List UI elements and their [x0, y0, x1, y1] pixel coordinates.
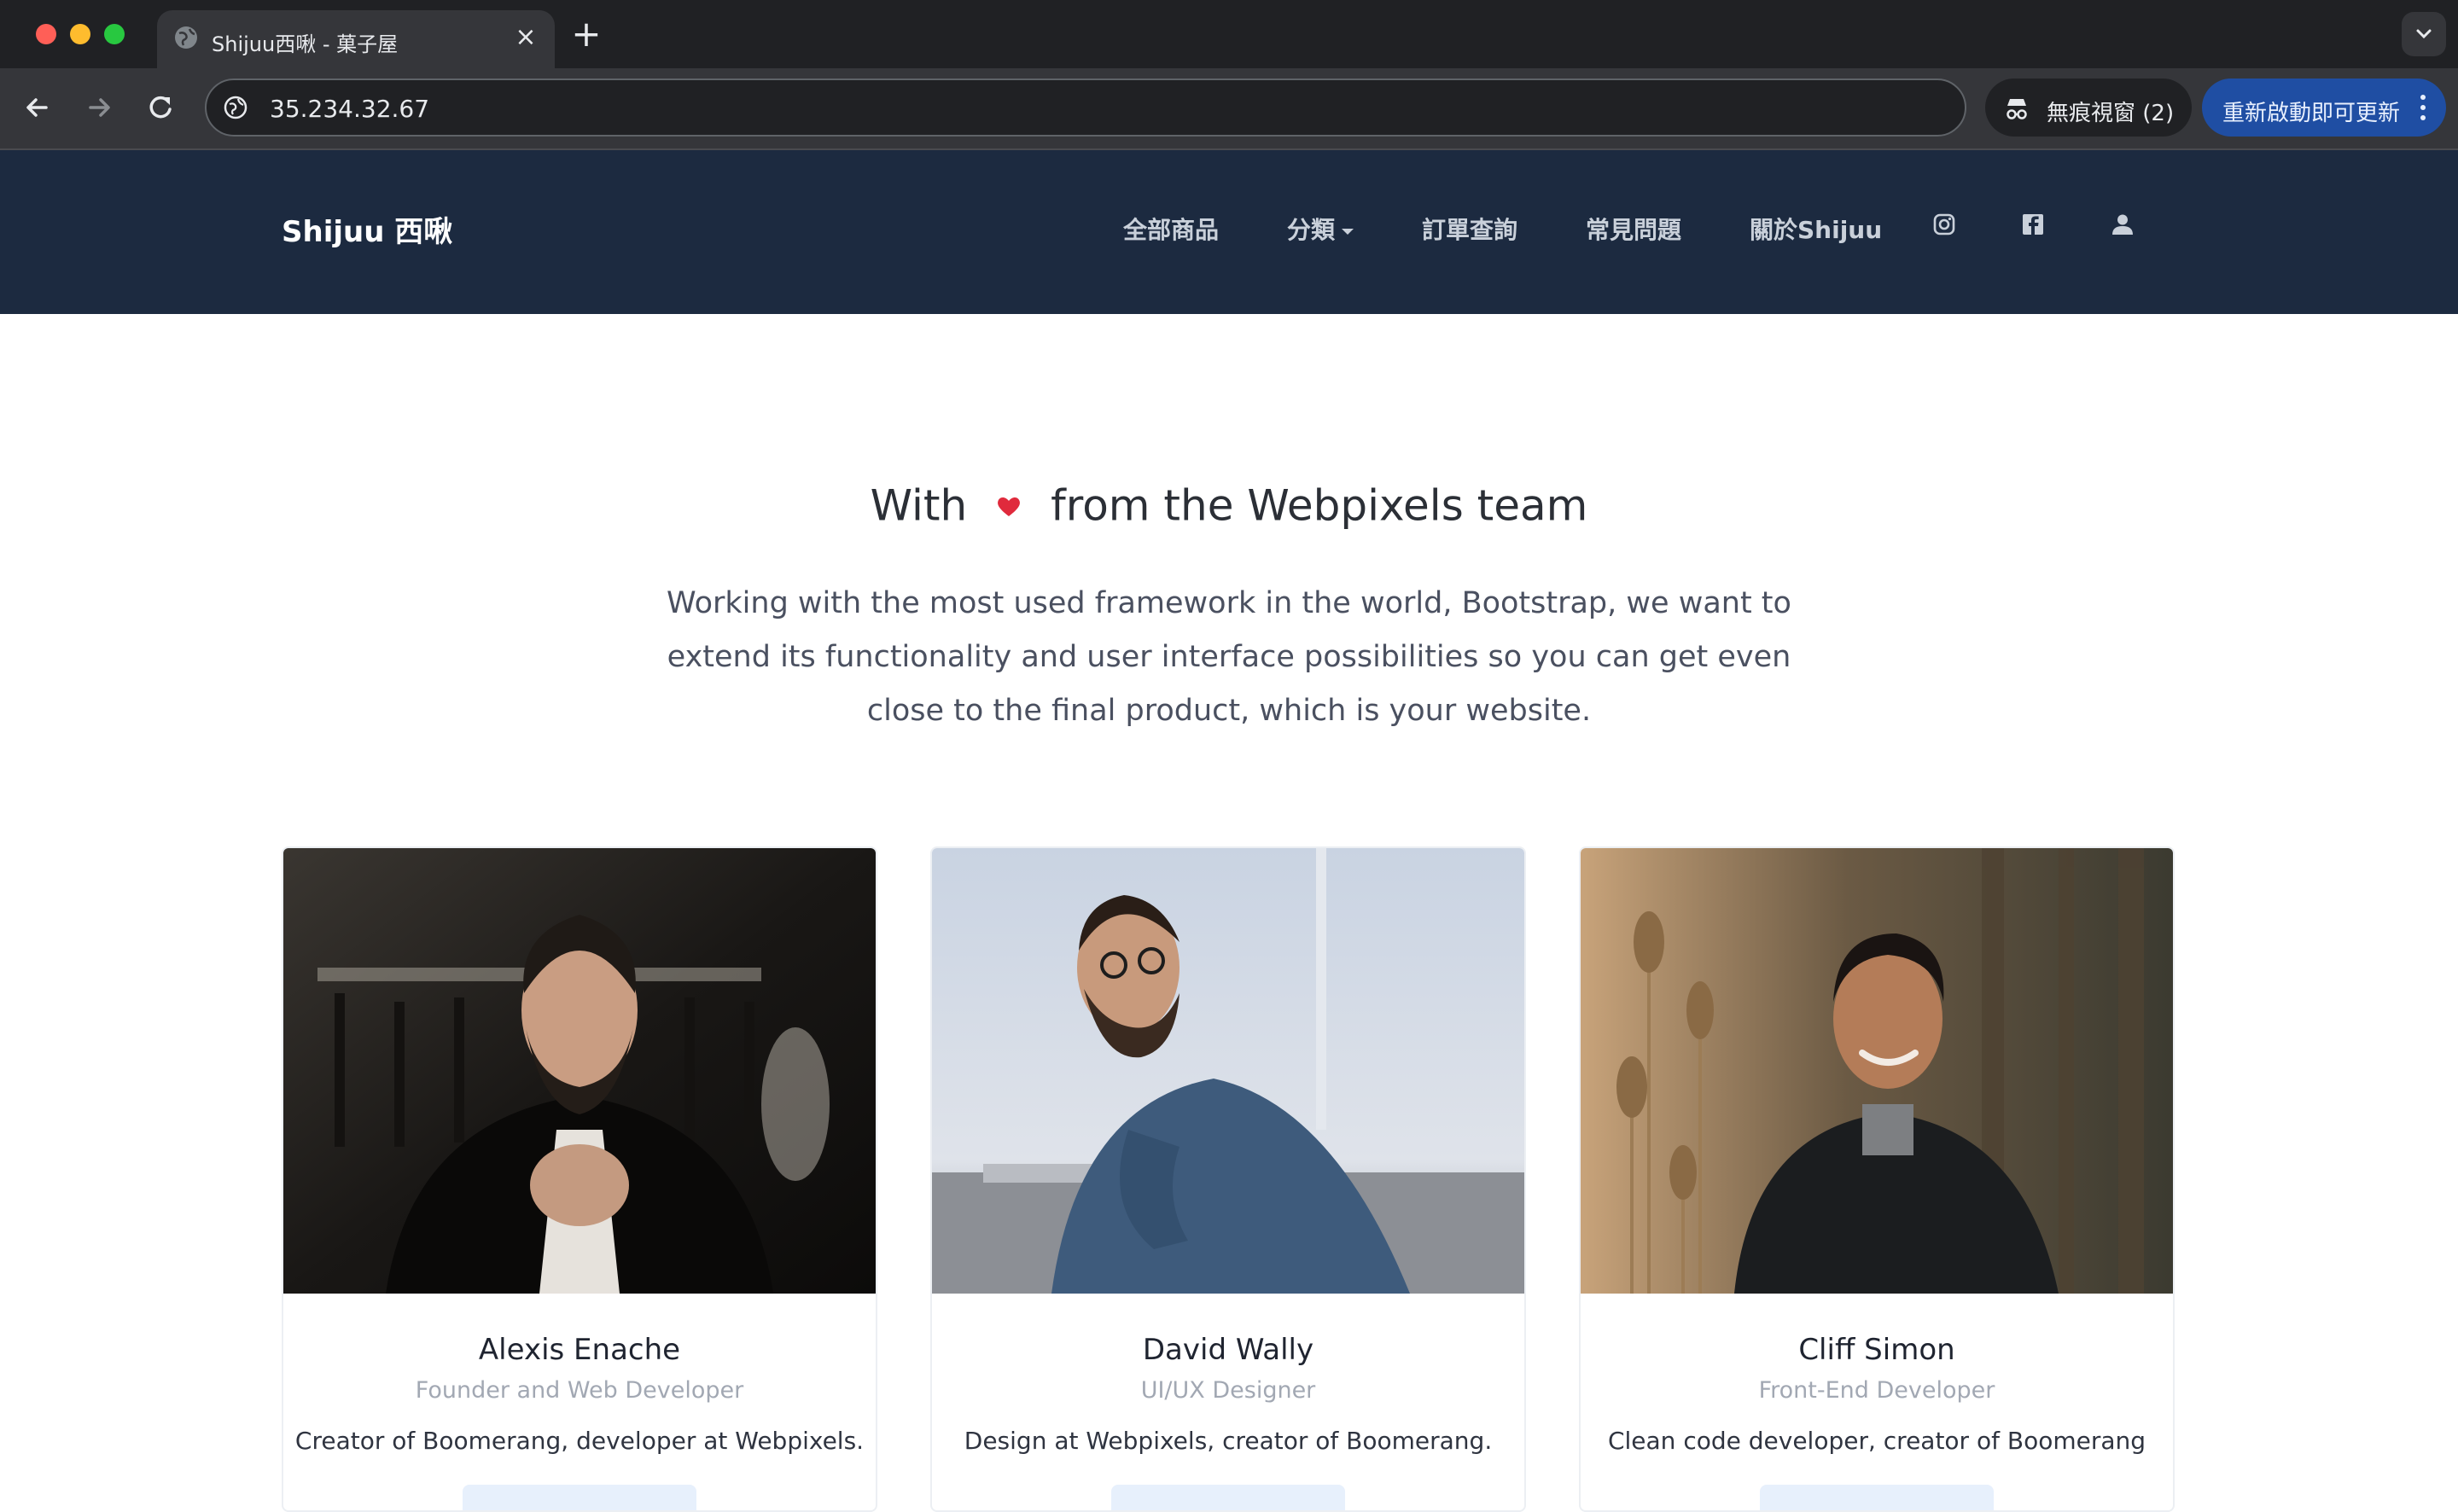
- member-bio: Creator of Boomerang, developer at Webpi…: [294, 1427, 865, 1455]
- team-photo: [283, 848, 876, 1294]
- user-icon[interactable]: [2110, 212, 2135, 237]
- nav-faq[interactable]: 常見問題: [1586, 212, 1681, 246]
- profile-button[interactable]: [463, 1485, 696, 1510]
- tab-title: Shijuu西啾 - 菓子屋: [212, 32, 399, 56]
- update-label: 重新啟動即可更新: [2222, 101, 2401, 126]
- member-role: UI/UX Designer: [1140, 1377, 1316, 1404]
- back-arrow-icon[interactable]: [17, 87, 58, 128]
- team-card: Alexis Enache Founder and Web Developer …: [282, 846, 877, 1512]
- tab-close-icon[interactable]: ×: [512, 24, 539, 51]
- team-photo: [932, 848, 1524, 1294]
- chevron-down-icon: [2416, 29, 2432, 39]
- update-button[interactable]: 重新啟動即可更新: [2202, 79, 2446, 137]
- site-info-icon[interactable]: [222, 94, 249, 121]
- address-bar[interactable]: 35.234.32.67: [205, 79, 1966, 137]
- url-text: 35.234.32.67: [270, 95, 430, 123]
- more-vert-icon: [2420, 95, 2426, 120]
- reload-icon[interactable]: [140, 87, 181, 128]
- member-name: David Wally: [1142, 1333, 1314, 1367]
- browser-tab-bar: Shijuu西啾 - 菓子屋 × +: [0, 0, 2458, 68]
- brand-logo[interactable]: Shijuu 西啾: [282, 208, 452, 250]
- incognito-icon: [2007, 99, 2027, 119]
- member-name: Cliff Simon: [1798, 1333, 1955, 1367]
- browser-toolbar: 35.234.32.67 無痕視窗 (2) 重新啟動即可更新: [0, 68, 2458, 150]
- instagram-icon[interactable]: [1931, 212, 1957, 237]
- team-card: Cliff Simon Front-End Developer Clean co…: [1579, 846, 2175, 1512]
- member-role: Founder and Web Developer: [415, 1377, 744, 1404]
- nav-categories-label: 分類: [1287, 216, 1336, 244]
- lead-paragraph: Working with the most used framework in …: [667, 586, 1791, 728]
- incognito-button[interactable]: 無痕視窗 (2): [1985, 79, 2192, 137]
- site-navbar: Shijuu 西啾 全部商品 分類 訂單查詢 常見問題 關於Shijuu: [0, 150, 2458, 314]
- heading-text-before: With: [870, 480, 968, 531]
- team-photo: [1581, 848, 2173, 1294]
- browser-tab[interactable]: Shijuu西啾 - 菓子屋 ×: [157, 10, 555, 68]
- heart-icon: [998, 497, 1021, 516]
- member-bio: Clean code developer, creator of Boomera…: [1607, 1427, 2146, 1455]
- profile-button[interactable]: [1111, 1485, 1345, 1510]
- facebook-icon[interactable]: [2020, 212, 2046, 237]
- nav-categories-dropdown[interactable]: 分類: [1287, 212, 1354, 246]
- minimize-window-button[interactable]: [70, 24, 90, 44]
- member-role: Front-End Developer: [1758, 1377, 1995, 1404]
- nav-order-lookup[interactable]: 訂單查詢: [1422, 212, 1517, 246]
- team-card: David Wally UI/UX Designer Design at Web…: [930, 846, 1526, 1512]
- incognito-label: 無痕視窗 (2): [2047, 101, 2175, 126]
- heading-text-after: from the Webpixels team: [1051, 480, 1588, 531]
- profile-button[interactable]: [1760, 1485, 1994, 1510]
- tab-search-button[interactable]: [2402, 12, 2446, 56]
- maximize-window-button[interactable]: [104, 24, 125, 44]
- caret-down-icon: [1342, 228, 1354, 235]
- nav-all-products[interactable]: 全部商品: [1123, 212, 1219, 246]
- nav-about[interactable]: 關於Shijuu: [1750, 212, 1882, 246]
- close-window-button[interactable]: [36, 24, 56, 44]
- section-heading: With from the Webpixels team: [0, 478, 2458, 538]
- member-name: Alexis Enache: [478, 1333, 681, 1367]
- new-tab-button[interactable]: +: [570, 16, 603, 52]
- globe-icon: [175, 26, 197, 49]
- forward-arrow-icon[interactable]: [79, 87, 119, 128]
- member-bio: Design at Webpixels, creator of Boomeran…: [964, 1427, 1493, 1455]
